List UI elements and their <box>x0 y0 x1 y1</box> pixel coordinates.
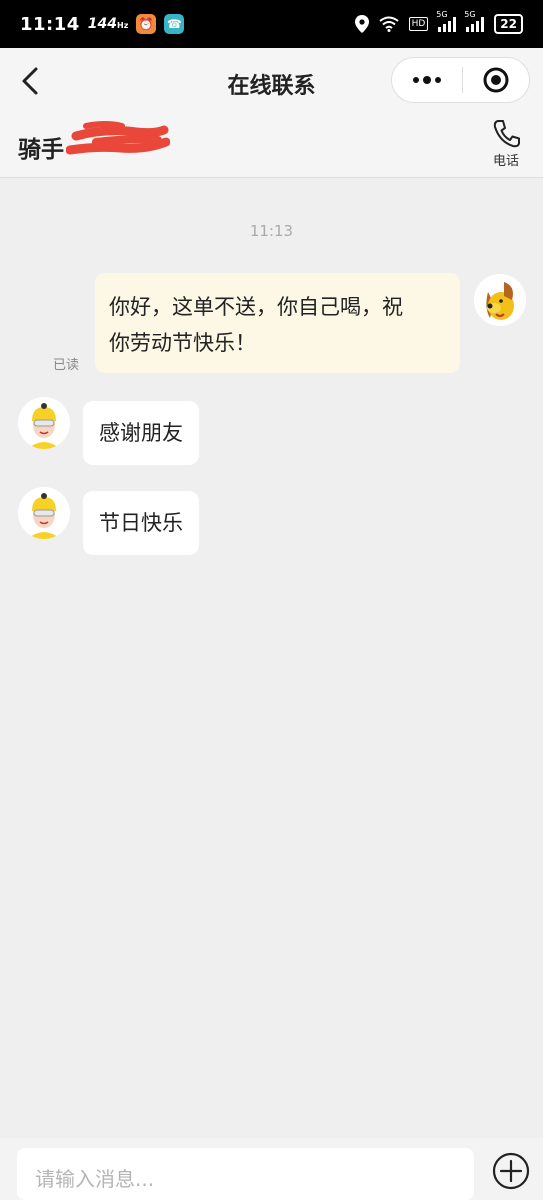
mini-program-capsule <box>391 57 530 103</box>
incoming-message-text: 节日快乐 <box>99 511 183 535</box>
incoming-message-bubble[interactable]: 感谢朋友 <box>83 401 199 465</box>
dog-avatar-icon <box>474 274 526 326</box>
rider-avatar-icon <box>18 397 70 449</box>
chat-header: 骑手 电话 <box>0 116 543 178</box>
signal-label-2: 5G <box>464 10 476 19</box>
outgoing-message-line: 你好，这单不送，你自己喝，祝 <box>109 295 403 319</box>
more-button[interactable] <box>392 58 462 102</box>
message-input[interactable] <box>17 1148 474 1200</box>
status-left: 11:14 144Hz ⏰ ☎ <box>20 13 185 35</box>
chevron-left-icon[interactable] <box>18 66 42 96</box>
refresh-rate: 144Hz <box>88 16 129 32</box>
status-right: HD 5G 5G 22 <box>354 10 523 34</box>
more-dot <box>413 77 419 83</box>
status-bar: 11:14 144Hz ⏰ ☎ HD 5G 5G 22 <box>0 0 543 48</box>
rider-avatar[interactable] <box>18 487 70 539</box>
user-avatar[interactable] <box>474 274 526 326</box>
signal-icon-1: 5G <box>436 10 457 32</box>
chat-page: 11:14 144Hz ⏰ ☎ HD 5G 5G 22 在线联系 骑手 电话 1… <box>0 0 543 1200</box>
hd-icon: HD <box>408 17 429 31</box>
phone-icon <box>493 120 520 148</box>
redaction-scribble <box>66 121 170 155</box>
refresh-rate-value: 144 <box>87 16 118 32</box>
close-button[interactable] <box>463 58 529 102</box>
outgoing-message-line: 你劳动节快乐！ <box>109 331 256 355</box>
nav-bar: 在线联系 <box>0 48 543 116</box>
battery-level: 22 <box>500 17 517 31</box>
message-timestamp: 11:13 <box>249 222 294 240</box>
incoming-message-bubble[interactable]: 节日快乐 <box>83 491 199 555</box>
rider-avatar[interactable] <box>18 397 70 449</box>
read-status: 已读 <box>53 358 80 373</box>
call-label: 电话 <box>492 154 519 169</box>
plus-circle-icon[interactable] <box>492 1152 530 1190</box>
signal-label-1: 5G <box>436 10 448 19</box>
call-button[interactable]: 电话 <box>486 118 526 174</box>
rider-name: 骑手 <box>18 137 64 163</box>
location-icon <box>354 15 369 33</box>
battery-icon: 22 <box>494 14 523 34</box>
alarm-app-icon: ⏰ <box>136 14 157 34</box>
more-dot <box>435 77 441 83</box>
refresh-rate-unit: Hz <box>117 21 129 30</box>
status-time: 11:14 <box>20 13 80 35</box>
outgoing-message-bubble[interactable]: 你好，这单不送，你自己喝，祝 你劳动节快乐！ <box>95 273 460 373</box>
signal-icon-2: 5G <box>464 10 485 32</box>
input-bar <box>0 1138 543 1200</box>
more-dot <box>423 76 431 84</box>
target-close-icon <box>483 67 509 93</box>
incoming-message-text: 感谢朋友 <box>99 421 183 445</box>
rider-avatar-icon <box>18 487 70 539</box>
phone-app-icon: ☎ <box>164 14 185 34</box>
wifi-icon <box>378 16 399 32</box>
